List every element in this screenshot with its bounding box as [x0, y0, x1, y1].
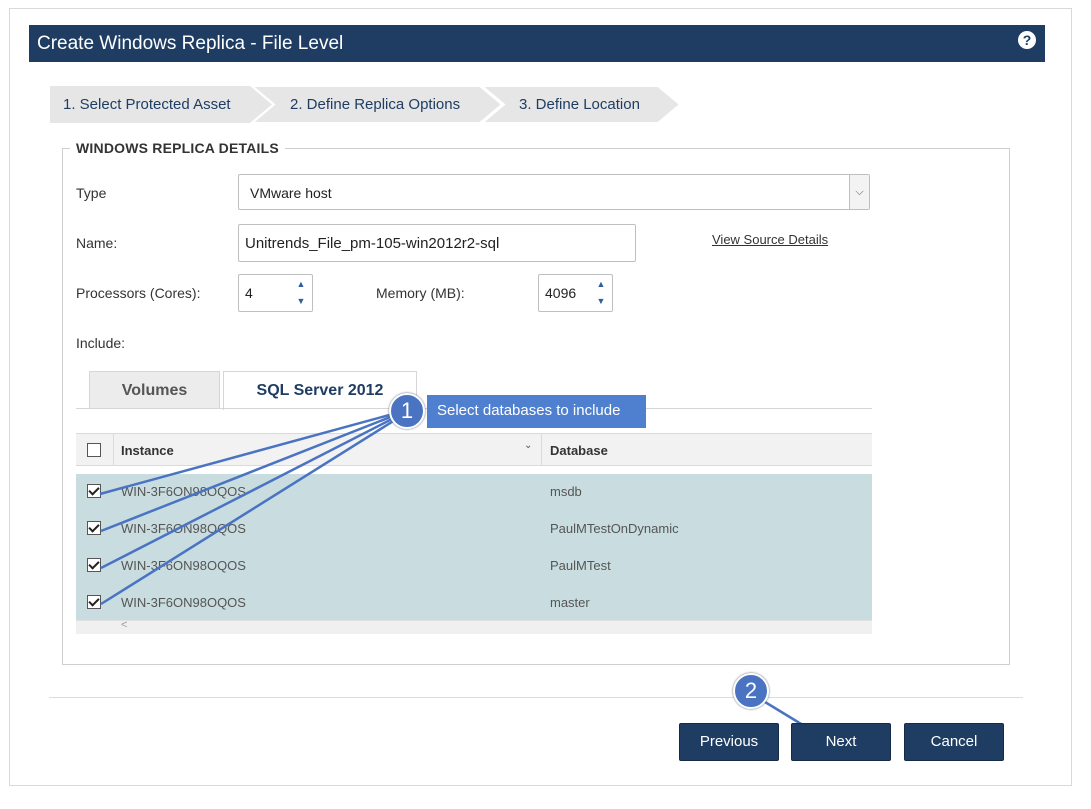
annotation-badge-1: 1: [389, 393, 425, 429]
annotation-badge-2: 2: [733, 673, 769, 709]
cancel-button[interactable]: Cancel: [904, 723, 1004, 761]
next-button[interactable]: Next: [791, 723, 891, 761]
annotation-callout: Select databases to include: [427, 395, 646, 428]
footer-divider: [49, 697, 1023, 698]
previous-button[interactable]: Previous: [679, 723, 779, 761]
